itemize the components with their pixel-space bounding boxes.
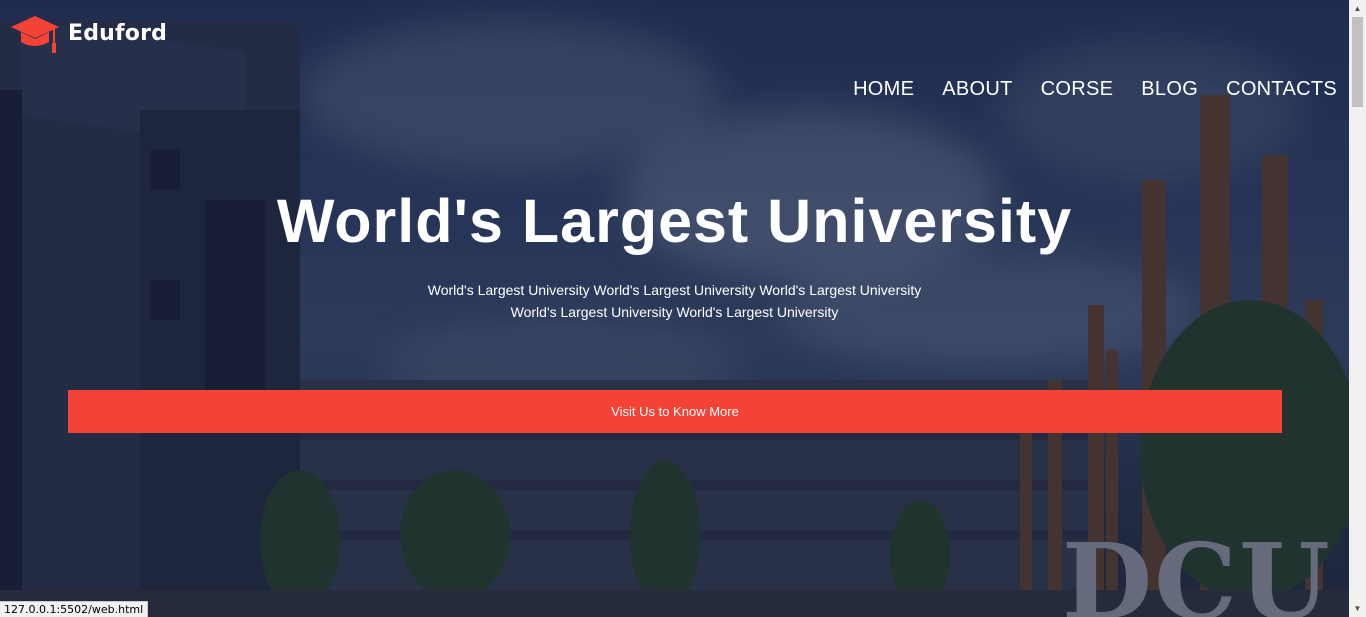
vertical-scrollbar[interactable]: ▲ ▼ — [1349, 0, 1366, 617]
graduation-cap-icon — [11, 16, 59, 53]
hero-subtitle-line: World's Largest University World's Large… — [427, 282, 922, 298]
brand-name: Eduford — [68, 20, 168, 46]
brand-logo[interactable]: Eduford — [10, 14, 167, 56]
hero-subtitle-line: World's Largest University World's Large… — [510, 304, 839, 320]
hero-subtitle: World's Largest University World's Large… — [420, 279, 929, 323]
nav-contacts-link[interactable]: CONTACTS — [1226, 78, 1337, 101]
scroll-down-arrow-icon[interactable]: ▼ — [1349, 600, 1366, 617]
visit-us-button[interactable]: Visit Us to Know More — [68, 390, 1282, 433]
nav-home-link[interactable]: HOME — [853, 78, 914, 101]
nav-about-link[interactable]: ABOUT — [942, 78, 1012, 101]
hero-title: World's Largest University — [276, 187, 1073, 255]
scroll-up-arrow-icon[interactable]: ▲ — [1349, 0, 1366, 17]
nav-course-link[interactable]: CORSE — [1041, 78, 1114, 101]
nav-blog-link[interactable]: BLOG — [1141, 78, 1198, 101]
status-bar-url: 127.0.0.1:5502/web.html — [0, 601, 149, 617]
scroll-thumb[interactable] — [1352, 17, 1363, 107]
main-nav: HOME ABOUT CORSE BLOG CONTACTS — [853, 78, 1337, 101]
